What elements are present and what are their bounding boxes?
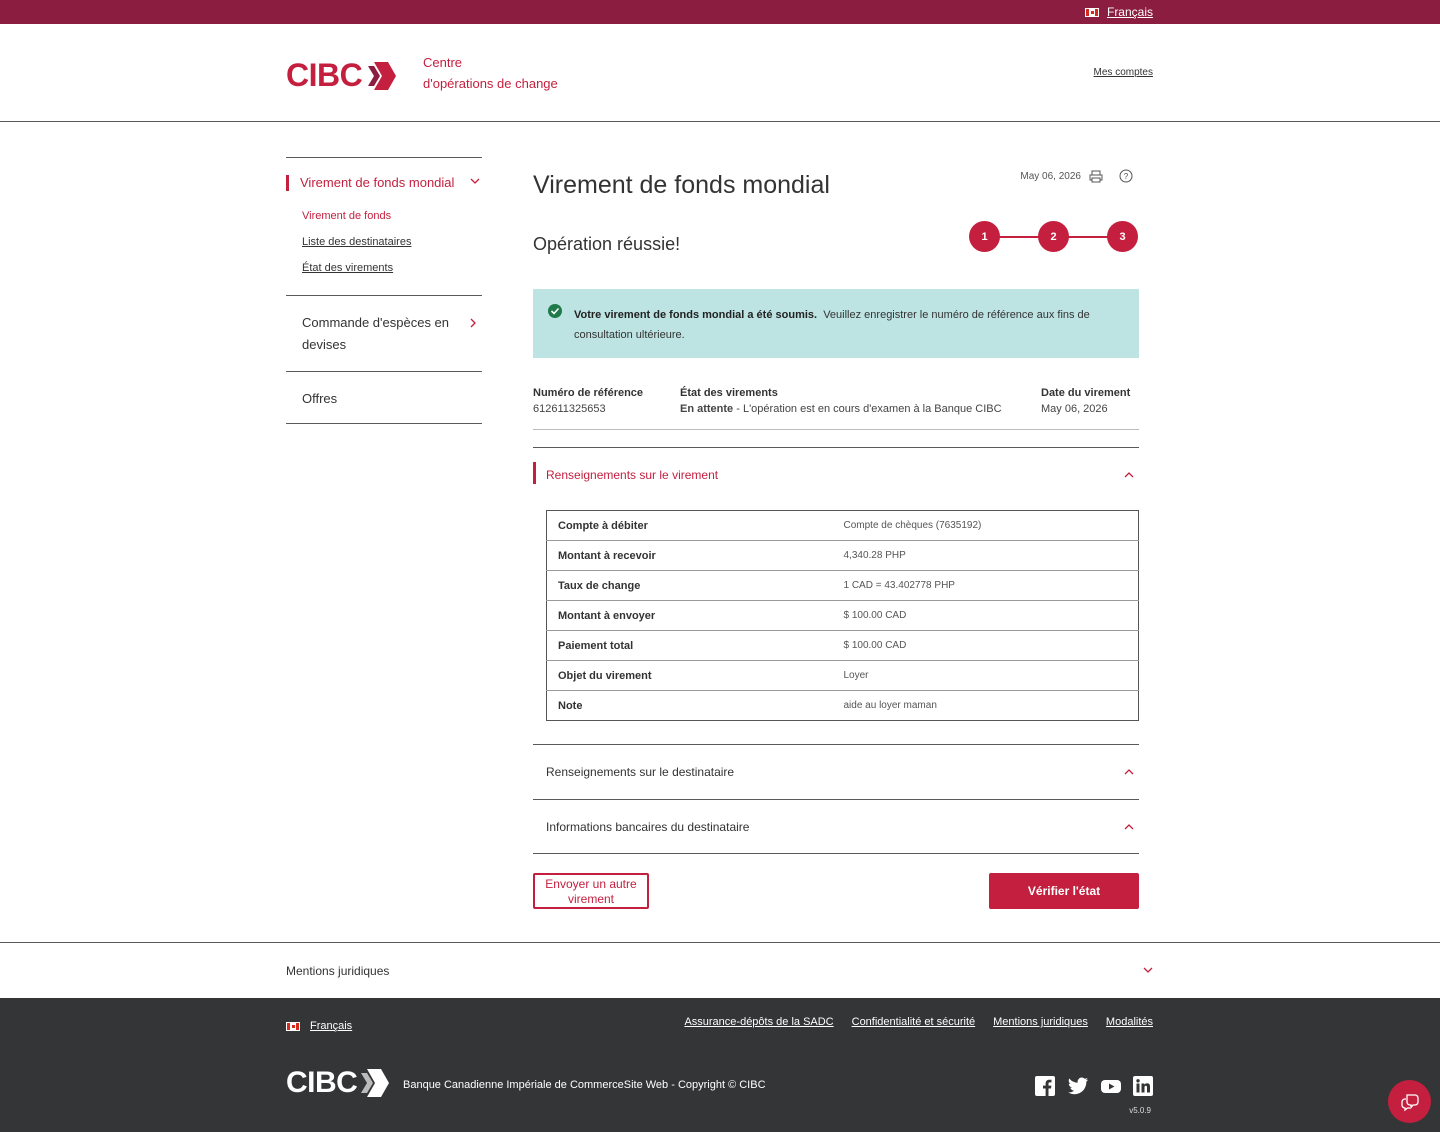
canada-flag-icon — [286, 1021, 300, 1031]
sidebar-section-global-transfer: Virement de fonds mondial Virement de fo… — [286, 157, 482, 295]
check-circle-icon — [548, 304, 562, 318]
detail-value: Loyer — [831, 660, 1139, 691]
success-alert: Votre virement de fonds mondial a été so… — [533, 289, 1139, 358]
cibc-diamond-icon — [368, 61, 397, 90]
chevron-up-icon[interactable] — [1124, 824, 1134, 830]
step-3: 3 — [1107, 221, 1138, 252]
linkedin-icon[interactable] — [1133, 1076, 1153, 1096]
step-2: 2 — [1038, 221, 1069, 252]
detail-label: Objet du virement — [546, 660, 832, 691]
detail-value: $ 100.00 CAD — [831, 630, 1139, 661]
facebook-icon[interactable] — [1035, 1076, 1055, 1096]
logo-text: CIBC — [286, 57, 363, 93]
table-row: Montant à recevoir 4,340.28 PHP — [546, 540, 1139, 571]
chevron-down-icon[interactable] — [1143, 967, 1153, 973]
alert-message: Votre virement de fonds mondial a été so… — [574, 309, 1090, 341]
print-icon[interactable] — [1089, 170, 1103, 183]
accordion-title: Renseignements sur le destinataire — [546, 765, 735, 779]
current-date: May 06, 2026 — [1020, 170, 1081, 182]
table-row: Paiement total $ 100.00 CAD — [546, 630, 1139, 661]
footer-link-terms[interactable]: Modalités — [1106, 1016, 1153, 1028]
detail-label: Compte à débiter — [546, 510, 832, 541]
canada-flag-icon — [1084, 7, 1099, 17]
language-switch[interactable]: Français — [1084, 5, 1153, 19]
active-indicator — [286, 175, 289, 191]
table-row: Note aide au loyer maman — [546, 690, 1139, 721]
copyright-text: Banque Canadienne Impériale de CommerceS… — [403, 1079, 766, 1091]
reference-number: Numéro de référence 612611325653 — [533, 387, 644, 415]
table-row: Objet du virement Loyer — [546, 660, 1139, 691]
sidebar-item-cash-order[interactable]: Commande d'espèces en devises — [286, 295, 482, 371]
youtube-icon[interactable] — [1101, 1076, 1121, 1096]
page-title: Virement de fonds mondial — [533, 171, 830, 199]
accordion-recipient-info[interactable]: Renseignements sur le destinataire — [533, 744, 1139, 799]
site-footer: Français Assurance-dépôts de la SADC Con… — [0, 998, 1440, 1132]
detail-value: Compte de chèques (7635192) — [831, 510, 1139, 541]
detail-label: Taux de change — [546, 570, 832, 601]
site-header: CIBC Centre d'opérations de change Mes c… — [0, 24, 1440, 122]
sidebar-subitem-recipients[interactable]: Liste des destinataires — [302, 236, 411, 248]
table-row: Taux de change 1 CAD = 43.402778 PHP — [546, 570, 1139, 601]
twitter-icon[interactable] — [1067, 1076, 1089, 1096]
accordion-title: Renseignements sur le virement — [546, 468, 719, 482]
transfer-date: Date du virement May 06, 2026 — [1041, 387, 1131, 415]
detail-label: Paiement total — [546, 630, 832, 661]
legal-accordion[interactable]: Mentions juridiques — [0, 942, 1440, 998]
accordion-transfer-info[interactable]: Renseignements sur le virement — [533, 447, 1139, 484]
footer-links: Assurance-dépôts de la SADC Confidential… — [684, 1016, 1153, 1028]
chevron-up-icon[interactable] — [1124, 472, 1134, 478]
footer-logo: CIBC — [286, 1066, 390, 1100]
footer-link-privacy[interactable]: Confidentialité et sécurité — [852, 1016, 976, 1028]
transfer-details-table: Compte à débiter Compte de chèques (76351… — [546, 510, 1139, 721]
sidebar-subitem-transfer[interactable]: Virement de fonds — [302, 210, 391, 222]
chat-icon — [1400, 1093, 1419, 1111]
cibc-diamond-icon — [361, 1069, 390, 1097]
site-subtitle: Centre d'opérations de change — [423, 55, 558, 91]
check-status-button[interactable]: Vérifier l'état — [989, 873, 1139, 909]
accordion-bank-info[interactable]: Informations bancaires du destinataire — [533, 799, 1139, 854]
help-icon[interactable]: ? — [1119, 169, 1133, 183]
transfer-status: État des virements En attente - L'opérat… — [680, 387, 1002, 415]
language-link[interactable]: Français — [1107, 5, 1153, 19]
detail-value: $ 100.00 CAD — [831, 600, 1139, 631]
table-row: Montant à envoyer $ 100.00 CAD — [546, 600, 1139, 631]
chevron-right-icon — [470, 318, 476, 328]
reference-summary: Numéro de référence 612611325653 État de… — [533, 385, 1139, 430]
progress-stepper: 1 2 3 — [969, 221, 1139, 253]
chevron-up-icon[interactable] — [1124, 769, 1134, 775]
top-bar: Français — [0, 0, 1440, 24]
version-label: v5.0.9 — [1129, 1106, 1151, 1115]
success-heading: Opération réussie! — [533, 234, 681, 254]
my-accounts-link[interactable]: Mes comptes — [1094, 67, 1153, 78]
detail-value: 4,340.28 PHP — [831, 540, 1139, 571]
sidebar-subitem-status[interactable]: État des virements — [302, 262, 393, 274]
svg-text:?: ? — [1124, 172, 1129, 181]
footer-link-cdic[interactable]: Assurance-dépôts de la SADC — [684, 1016, 833, 1028]
sidebar-item-offers[interactable]: Offres — [286, 371, 482, 424]
send-another-transfer-button[interactable]: Envoyer un autre virement — [533, 873, 649, 909]
chat-button[interactable] — [1388, 1080, 1431, 1123]
chevron-down-icon[interactable] — [470, 178, 480, 184]
detail-value: aide au loyer maman — [831, 690, 1139, 721]
detail-label: Montant à envoyer — [546, 600, 832, 631]
detail-value: 1 CAD = 43.402778 PHP — [831, 570, 1139, 601]
divider — [533, 853, 1139, 854]
legal-title: Mentions juridiques — [286, 964, 390, 978]
sidebar-item-global-transfer[interactable]: Virement de fonds mondial — [300, 175, 454, 190]
social-links — [1035, 1076, 1153, 1096]
accordion-title: Informations bancaires du destinataire — [546, 820, 750, 834]
active-indicator — [533, 462, 536, 484]
detail-label: Note — [546, 690, 832, 721]
sidebar: Virement de fonds mondial Virement de fo… — [286, 157, 482, 424]
cibc-logo[interactable]: CIBC — [286, 57, 397, 94]
footer-language-link[interactable]: Français — [310, 1020, 352, 1032]
step-1: 1 — [969, 221, 1000, 252]
detail-label: Montant à recevoir — [546, 540, 832, 571]
footer-link-legal[interactable]: Mentions juridiques — [993, 1016, 1088, 1028]
date-toolbar: May 06, 2026 ? — [1020, 169, 1133, 183]
footer-language-switch[interactable]: Français — [286, 1020, 352, 1032]
table-row: Compte à débiter Compte de chèques (76351… — [546, 510, 1139, 541]
